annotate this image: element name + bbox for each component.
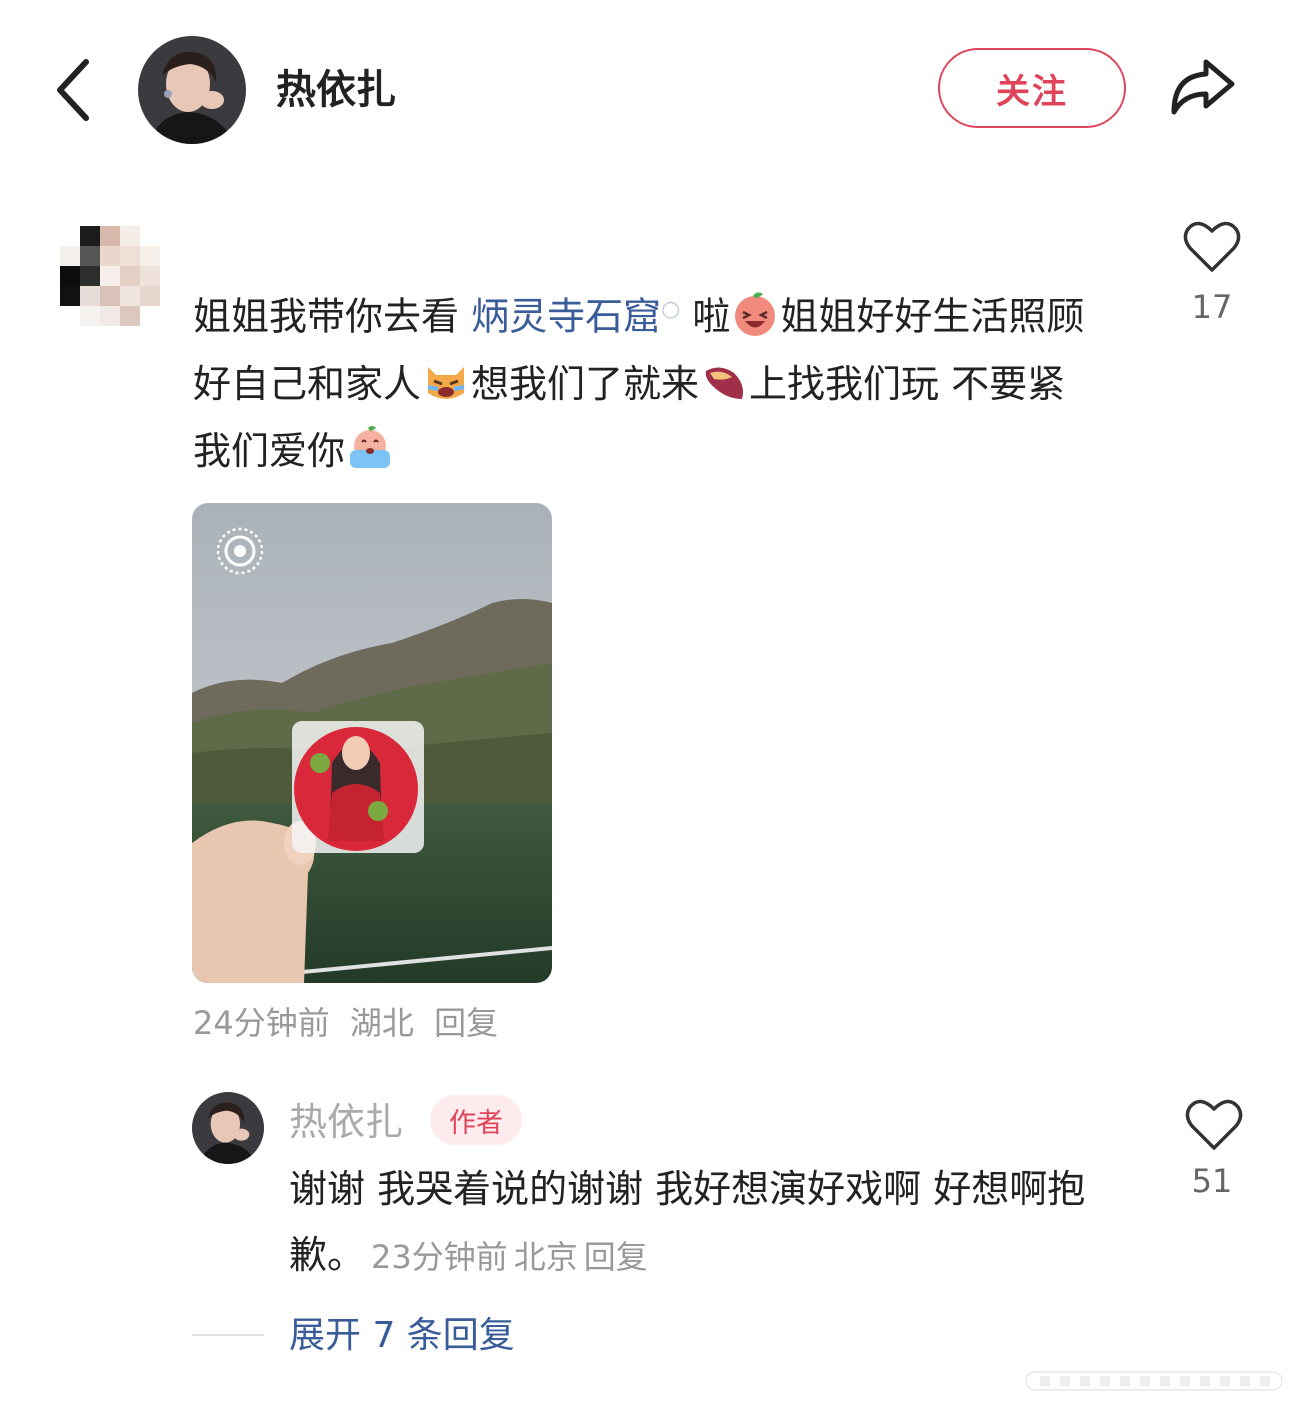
laughing-peach-emoji (731, 290, 779, 338)
live-photo-icon (214, 525, 266, 577)
comment-text-part: 想我们了就来 (471, 361, 700, 406)
crying-cat-emoji (422, 357, 470, 405)
reply-reply-button[interactable]: 回复 (584, 1238, 648, 1276)
reply-text: 谢谢 我哭着说的谢谢 我好想演好戏啊 好想啊抱歉。 23分钟前 北京 回复 (289, 1156, 1119, 1290)
comment-text: 姐姐我带你去看 炳灵寺石窟○ 啦姐姐好好生活照顾好自己和家人 想我们了就来 上找我们… (193, 276, 1113, 485)
share-button[interactable] (1166, 52, 1238, 124)
reply-author-name[interactable]: 热依扎 (289, 1094, 403, 1150)
commenter-avatar[interactable] (58, 224, 162, 328)
comment-like-button[interactable] (1182, 218, 1242, 274)
reply-like-button[interactable] (1184, 1096, 1244, 1152)
search-icon: ○ (661, 297, 681, 322)
pixelated-avatar (60, 226, 160, 326)
comment-photo[interactable] (192, 503, 552, 983)
author-badge: 作者 (430, 1095, 522, 1145)
reply-like-count: 51 (1191, 1162, 1233, 1200)
topic-link[interactable]: 炳灵寺石窟 (471, 295, 661, 339)
comment-reply-button[interactable]: 回复 (434, 1004, 498, 1042)
chevron-left-icon (57, 59, 89, 121)
reply-time: 23分钟前 (371, 1238, 508, 1276)
follow-button[interactable]: 关注 (938, 48, 1126, 128)
reply-author-avatar[interactable] (192, 1092, 264, 1164)
heart-icon (1185, 1099, 1243, 1150)
back-button[interactable] (52, 58, 96, 122)
sweet-potato-emoji (700, 357, 748, 405)
comment-location: 湖北 (349, 1004, 414, 1042)
crying-peach-emoji (346, 424, 394, 472)
avatar-image (192, 1092, 264, 1164)
comment-time: 24分钟前 (193, 1004, 330, 1042)
reply-meta: 23分钟前 北京 回复 (365, 1238, 648, 1276)
comment-text-part: 姐姐我带你去看 (193, 294, 472, 339)
expand-replies-button[interactable]: 展开 7 条回复 (289, 1310, 515, 1362)
avatar-image (138, 36, 246, 144)
divider (192, 1334, 264, 1336)
author-name[interactable]: 热依扎 (276, 58, 396, 122)
share-arrow-icon (1171, 59, 1235, 115)
comment-text-part: 啦 (680, 294, 731, 339)
comment-meta: 24分钟前 湖北 回复 (193, 1000, 508, 1046)
comment-like-count: 17 (1191, 288, 1233, 326)
author-avatar[interactable] (138, 36, 246, 144)
reply-location: 北京 (513, 1238, 578, 1276)
watermark-logo (1025, 1368, 1283, 1394)
heart-icon (1183, 221, 1241, 272)
